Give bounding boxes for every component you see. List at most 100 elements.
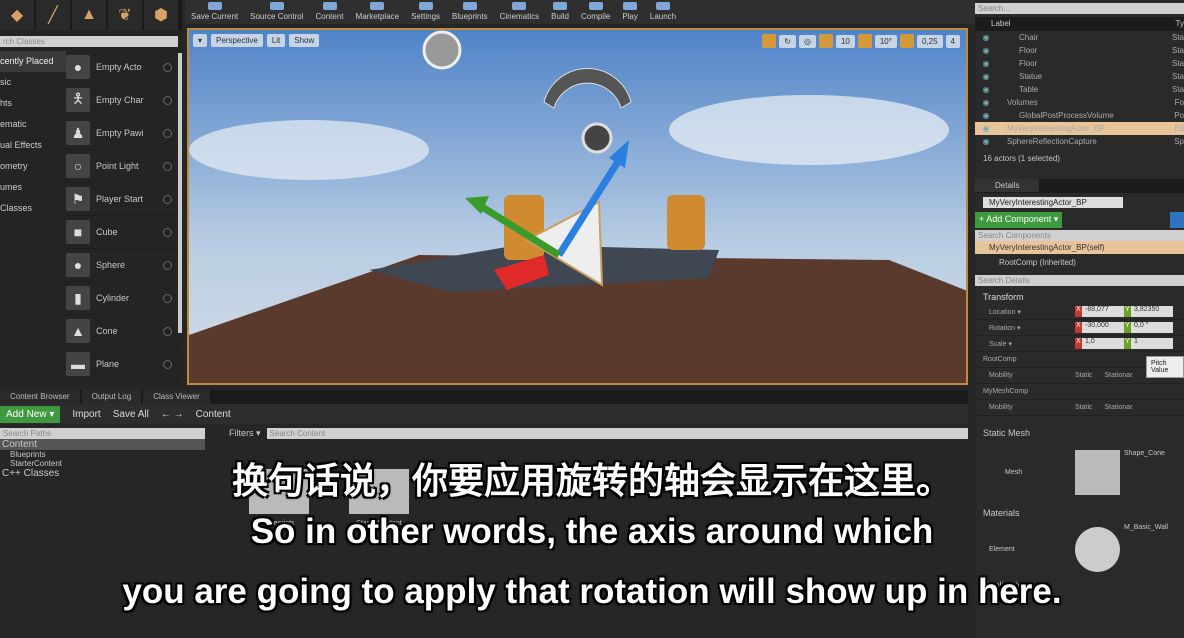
blueprint-settings-icon[interactable] bbox=[1170, 212, 1184, 228]
grid-snap-icon[interactable] bbox=[818, 34, 833, 48]
help-icon[interactable] bbox=[163, 128, 172, 138]
help-icon[interactable] bbox=[163, 95, 172, 105]
outliner-row[interactable]: ◉ Floor Sta bbox=[975, 44, 1184, 57]
scale-label[interactable]: Scale ▾ bbox=[975, 340, 1075, 348]
toolbar-build-button[interactable]: Build bbox=[545, 0, 575, 24]
static-mesh-section[interactable]: Static Mesh bbox=[975, 416, 1184, 442]
category-item[interactable]: umes bbox=[0, 177, 66, 198]
perspective-button[interactable]: Perspective bbox=[211, 34, 263, 47]
location-x-field[interactable]: -88,077 bbox=[1082, 306, 1124, 317]
rotation-y-field[interactable]: 0,0 ° bbox=[1131, 322, 1173, 333]
outliner-row[interactable]: ◉ Table Sta bbox=[975, 83, 1184, 96]
visibility-eye-icon[interactable]: ◉ bbox=[975, 70, 997, 83]
place-item[interactable]: ○ Point Light bbox=[66, 150, 178, 183]
static-option[interactable]: Static bbox=[1075, 404, 1093, 411]
add-new-button[interactable]: Add New ▾ bbox=[0, 405, 61, 423]
toolbar-play-button[interactable]: Play bbox=[616, 0, 644, 24]
rotate-icon[interactable]: ↻ bbox=[779, 34, 796, 48]
scrollbar[interactable] bbox=[178, 53, 182, 333]
scale-y-field[interactable]: 1 bbox=[1131, 338, 1173, 349]
help-icon[interactable] bbox=[163, 194, 172, 204]
help-icon[interactable] bbox=[163, 227, 172, 237]
outliner-row[interactable]: ◉ SphereReflectionCapture Sp bbox=[975, 135, 1184, 148]
help-icon[interactable] bbox=[163, 161, 172, 171]
place-item[interactable]: ♟ Empty Pawi bbox=[66, 117, 178, 150]
angle-snap-value[interactable]: 10° bbox=[874, 34, 897, 48]
toolbar-marketplace-button[interactable]: Marketplace bbox=[350, 0, 406, 24]
place-item[interactable]: ▮ Cylinder bbox=[66, 282, 178, 315]
category-item[interactable]: Classes bbox=[0, 198, 66, 219]
back-forward-icon[interactable]: ← → bbox=[161, 409, 184, 420]
place-item[interactable]: ● Empty Acto bbox=[66, 51, 178, 84]
help-icon[interactable] bbox=[163, 260, 172, 270]
search-paths-input[interactable]: Search Paths bbox=[0, 428, 205, 439]
stationary-option[interactable]: Stationar bbox=[1105, 404, 1133, 411]
actor-name-input[interactable]: MyVeryInterestingActor_BP bbox=[983, 197, 1123, 208]
visibility-eye-icon[interactable]: ◉ bbox=[975, 122, 997, 135]
outliner-row[interactable]: ◉ GlobalPostProcessVolume Po bbox=[975, 109, 1184, 122]
category-item[interactable]: cently Placed bbox=[0, 51, 66, 72]
category-item[interactable]: sic bbox=[0, 72, 66, 93]
search-details-input[interactable]: Search Details bbox=[975, 275, 1184, 286]
tab-class-viewer[interactable]: Class Viewer bbox=[143, 390, 210, 404]
grid-snap-value[interactable]: 10 bbox=[835, 34, 855, 48]
outliner-search-input[interactable]: Search... bbox=[975, 3, 1184, 14]
toolbar-save-current-button[interactable]: Save Current bbox=[185, 0, 244, 24]
visibility-eye-icon[interactable]: ◉ bbox=[975, 31, 997, 44]
place-mode-icon[interactable]: ◆ bbox=[0, 0, 34, 30]
angle-snap-icon[interactable] bbox=[857, 34, 872, 48]
place-item[interactable]: ⚑ Player Start bbox=[66, 183, 178, 216]
search-content-input[interactable]: Search Content bbox=[266, 428, 968, 439]
location-label[interactable]: Location ▾ bbox=[975, 308, 1075, 316]
scale-snap-value[interactable]: 0,25 bbox=[916, 34, 943, 48]
toolbar-blueprints-button[interactable]: Blueprints bbox=[446, 0, 494, 24]
tab-content-browser[interactable]: Content Browser bbox=[0, 390, 80, 404]
foliage-mode-icon[interactable]: ❦ bbox=[108, 0, 142, 30]
add-component-button[interactable]: + Add Component ▾ bbox=[975, 212, 1063, 228]
tab-details[interactable]: Details bbox=[975, 179, 1040, 192]
import-button[interactable]: Import bbox=[72, 409, 100, 420]
translate-icon[interactable] bbox=[762, 34, 777, 48]
category-item[interactable]: ematic bbox=[0, 114, 66, 135]
level-viewport[interactable]: ▾ Perspective Lit Show ↻ ◎ 10 10° 0,25 4 bbox=[187, 28, 968, 385]
lit-button[interactable]: Lit bbox=[266, 34, 286, 47]
viewport-options-button[interactable]: ▾ bbox=[193, 34, 208, 47]
visibility-eye-icon[interactable]: ◉ bbox=[975, 96, 997, 109]
folder-tree-item[interactable]: Content bbox=[0, 439, 205, 450]
category-item[interactable]: ual Effects bbox=[0, 135, 66, 156]
component-self[interactable]: MyVeryInterestingActor_BP(self) bbox=[975, 241, 1184, 254]
outliner-row[interactable]: ◉ Statue Sta bbox=[975, 70, 1184, 83]
toolbar-cinematics-button[interactable]: Cinematics bbox=[494, 0, 546, 24]
place-item[interactable]: ▬ Plane bbox=[66, 348, 178, 381]
outliner-row[interactable]: ◉ MyVeryInterestingActor_BP Ed bbox=[975, 122, 1184, 135]
category-item[interactable]: hts bbox=[0, 93, 66, 114]
rootcomp-section[interactable]: RootComp bbox=[975, 356, 1075, 363]
category-item[interactable]: ometry bbox=[0, 156, 66, 177]
rotation-label[interactable]: Rotation ▾ bbox=[975, 324, 1075, 332]
place-item[interactable]: ▲ Cone bbox=[66, 315, 178, 348]
paint-mode-icon[interactable]: ╱ bbox=[36, 0, 70, 30]
world-icon[interactable]: ◎ bbox=[798, 34, 816, 48]
scale-snap-icon[interactable] bbox=[899, 34, 914, 48]
outliner-row[interactable]: ◉ Volumes Fo bbox=[975, 96, 1184, 109]
save-all-button[interactable]: Save All bbox=[113, 409, 149, 420]
outliner-row[interactable]: ◉ Floor Sta bbox=[975, 57, 1184, 70]
toolbar-source-control-button[interactable]: Source Control bbox=[244, 0, 309, 24]
outliner-row[interactable]: ◉ Chair Sta bbox=[975, 31, 1184, 44]
toolbar-launch-button[interactable]: Launch bbox=[644, 0, 682, 24]
filters-button[interactable]: Filters ▾ bbox=[229, 428, 261, 439]
visibility-eye-icon[interactable]: ◉ bbox=[975, 109, 997, 122]
visibility-eye-icon[interactable]: ◉ bbox=[975, 135, 997, 148]
scale-x-field[interactable]: 1,0 bbox=[1082, 338, 1124, 349]
search-components-input[interactable]: Search Components bbox=[975, 230, 1184, 241]
geometry-mode-icon[interactable]: ⬢ bbox=[144, 0, 178, 30]
component-rootcomp[interactable]: RootComp (Inherited) bbox=[975, 254, 1184, 271]
place-item[interactable]: ● Sphere bbox=[66, 249, 178, 282]
toolbar-content-button[interactable]: Content bbox=[310, 0, 350, 24]
toolbar-compile-button[interactable]: Compile bbox=[575, 0, 616, 24]
path-breadcrumb[interactable]: Content bbox=[196, 409, 231, 420]
place-item[interactable]: ■ Cube bbox=[66, 216, 178, 249]
place-item[interactable]: 🯅 Empty Char bbox=[66, 84, 178, 117]
mymeshcomp-section[interactable]: MyMeshComp bbox=[975, 388, 1075, 395]
transform-section[interactable]: Transform bbox=[975, 286, 1184, 304]
